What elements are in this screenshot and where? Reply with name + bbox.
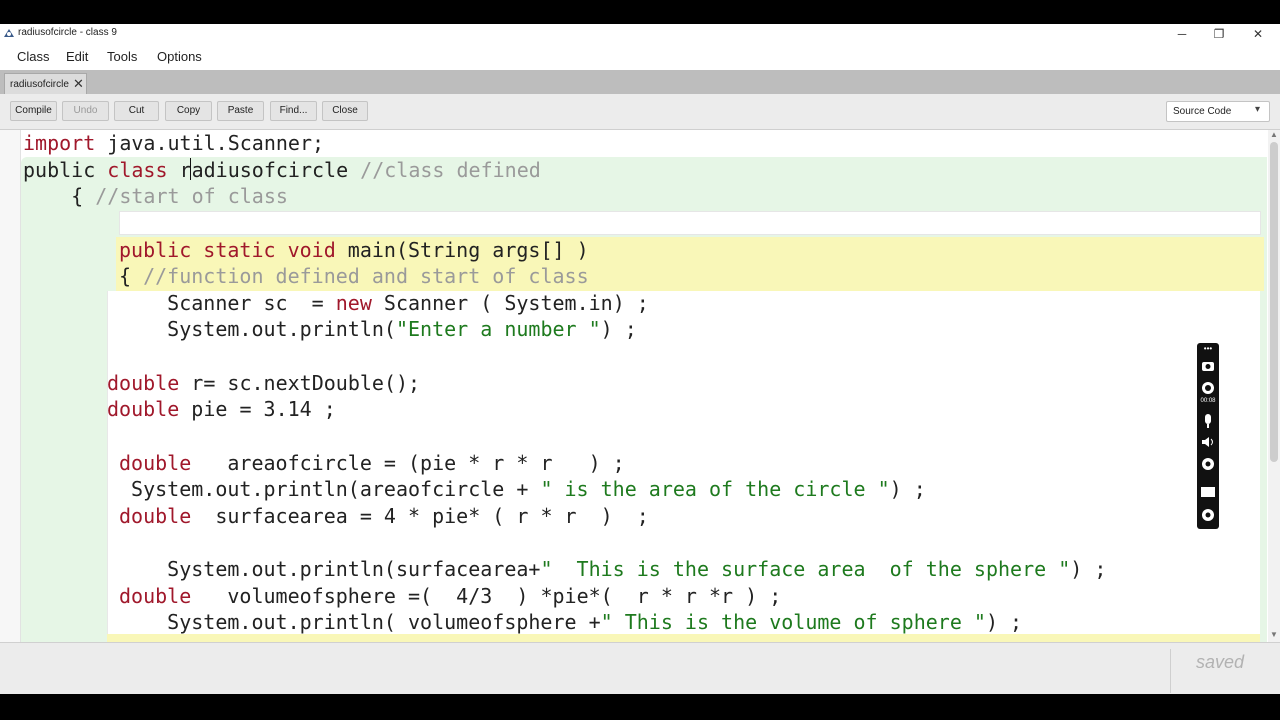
view-mode-select[interactable]: Source Code ▾ xyxy=(1166,101,1270,122)
record-icon[interactable] xyxy=(1197,381,1219,395)
toolbar: Compile Undo Cut Copy Paste Find... Clos… xyxy=(0,94,1280,130)
copy-button[interactable]: Copy xyxy=(165,101,212,121)
code-line: Scanner sc = new Scanner ( System.in) ; xyxy=(119,291,649,315)
menu-options[interactable]: Options xyxy=(157,49,202,64)
code-line: { //start of class xyxy=(23,184,288,208)
menu-tools[interactable]: Tools xyxy=(107,49,137,64)
code-line: public static void main(String args[] ) xyxy=(119,238,589,262)
camera-icon[interactable] xyxy=(1197,359,1219,373)
method-scope-bottom xyxy=(107,634,1260,642)
screen-recorder-widget: ••• 00:08 xyxy=(1197,343,1219,529)
microphone-icon[interactable] xyxy=(1197,413,1219,429)
speaker-icon[interactable] xyxy=(1197,435,1219,449)
webcam-icon[interactable] xyxy=(1197,457,1219,473)
scrollbar-thumb[interactable] xyxy=(1270,142,1278,462)
minimize-button[interactable]: ─ xyxy=(1170,25,1194,43)
tab-radiusofcircle[interactable]: radiusofcircle ✕ xyxy=(4,73,87,94)
vertical-scrollbar[interactable]: ▲ ▼ xyxy=(1268,130,1280,642)
code-line: double r= sc.nextDouble(); xyxy=(107,371,421,395)
blank-scope-row xyxy=(119,211,1261,235)
cut-button[interactable]: Cut xyxy=(114,101,159,121)
settings-icon[interactable] xyxy=(1197,507,1219,523)
title-bar: radiusofcircle - class 9 ─ ❐ ✕ xyxy=(0,24,1280,44)
view-mode-label: Source Code xyxy=(1173,106,1232,117)
menu-bar: Class Edit Tools Options xyxy=(0,44,1280,70)
menu-class[interactable]: Class xyxy=(17,49,50,64)
bluej-icon xyxy=(4,29,14,37)
code-editor[interactable]: import java.util.Scanner; public class r… xyxy=(0,130,1280,642)
window-title: radiusofcircle - class 9 xyxy=(18,27,117,38)
code-line: double pie = 3.14 ; xyxy=(107,397,336,421)
code-line: System.out.println(areaofcircle + " is t… xyxy=(119,477,926,501)
line-gutter[interactable] xyxy=(0,130,21,642)
scroll-up-icon[interactable]: ▲ xyxy=(1270,130,1278,139)
code-line: { //function defined and start of class xyxy=(119,264,589,288)
status-divider xyxy=(1170,649,1171,693)
close-window-button[interactable]: ✕ xyxy=(1246,25,1270,43)
code-line: System.out.println(surfacearea+" This is… xyxy=(119,557,1107,581)
code-line: public class radiusofcircle //class defi… xyxy=(23,158,541,182)
save-status: saved xyxy=(1196,652,1245,672)
tab-close-icon[interactable]: ✕ xyxy=(73,76,84,92)
code-line: double areaofcircle = (pie * r * r ) ; xyxy=(119,451,625,475)
code-line: double surfacearea = 4 * pie* ( r * r ) … xyxy=(119,504,649,528)
recording-timer: 00:08 xyxy=(1200,398,1216,404)
code-line: System.out.println("Enter a number ") ; xyxy=(119,317,637,341)
find-button[interactable]: Find... xyxy=(270,101,317,121)
menu-edit[interactable]: Edit xyxy=(66,49,88,64)
chevron-down-icon: ▾ xyxy=(1255,104,1261,115)
tab-label: radiusofcircle xyxy=(10,79,69,90)
tab-bar: radiusofcircle ✕ xyxy=(0,70,1280,94)
code-line: System.out.println( volumeofsphere +" Th… xyxy=(119,610,1023,634)
scroll-down-icon[interactable]: ▼ xyxy=(1270,630,1278,639)
screen-icon[interactable] xyxy=(1197,485,1219,499)
paste-button[interactable]: Paste xyxy=(217,101,264,121)
status-bar: saved xyxy=(0,642,1280,694)
code-line: double volumeofsphere =( 4/3 ) *pie*( r … xyxy=(119,584,782,608)
compile-button[interactable]: Compile xyxy=(10,101,57,121)
maximize-button[interactable]: ❐ xyxy=(1207,25,1231,43)
recorder-menu-icon[interactable]: ••• xyxy=(1197,344,1219,353)
code-line: import java.util.Scanner; xyxy=(23,131,325,155)
close-button[interactable]: Close xyxy=(322,101,368,121)
text-caret xyxy=(190,158,191,180)
undo-button[interactable]: Undo xyxy=(62,101,109,121)
